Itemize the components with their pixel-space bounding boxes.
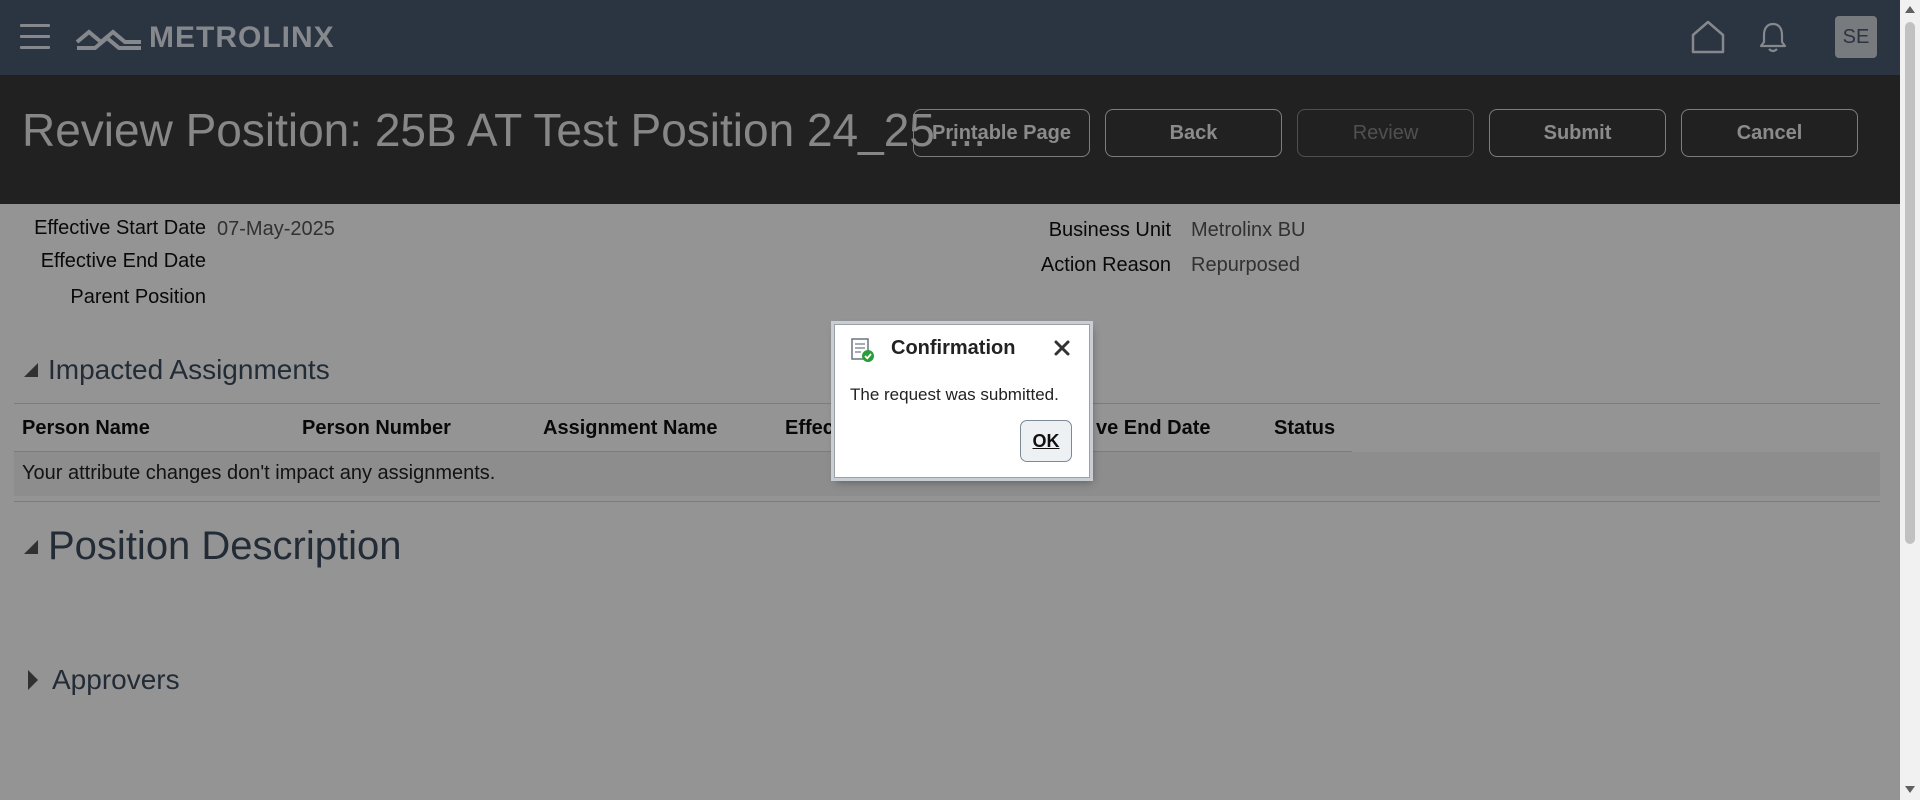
scroll-up-arrow-icon[interactable]	[1905, 6, 1915, 13]
close-icon[interactable]	[1051, 337, 1073, 359]
document-check-icon	[851, 338, 874, 362]
ok-button[interactable]: OK	[1020, 420, 1072, 462]
confirmation-dialog: Confirmation The request was submitted. …	[834, 324, 1090, 478]
scrollbar[interactable]	[1900, 0, 1920, 800]
scroll-down-arrow-icon[interactable]	[1905, 786, 1915, 793]
dialog-message: The request was submitted.	[850, 385, 1059, 404]
dialog-title: Confirmation	[891, 337, 1016, 359]
scrollbar-thumb[interactable]	[1905, 22, 1915, 544]
